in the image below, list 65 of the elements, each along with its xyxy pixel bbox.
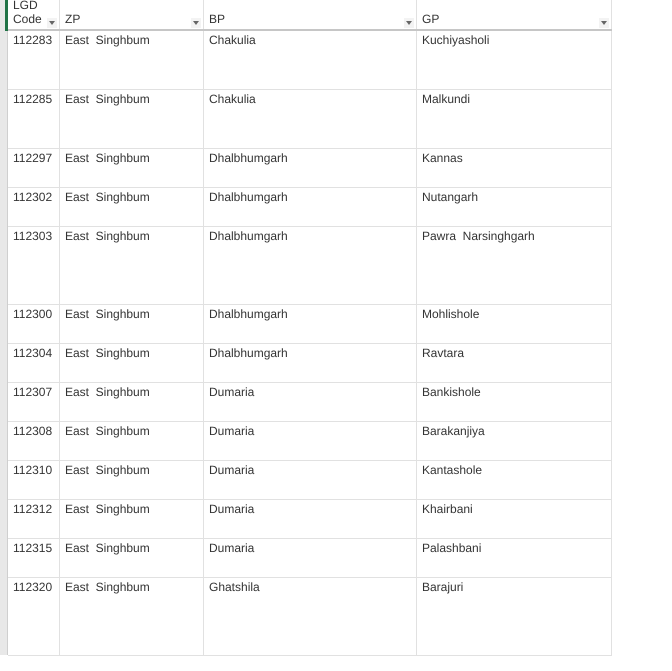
filter-dropdown-button[interactable]	[191, 18, 201, 28]
column-header: ZP	[65, 12, 80, 26]
table-cell: Ravtara	[417, 344, 612, 382]
table-cell: Chakulia	[204, 90, 417, 148]
table-cell: 112320	[8, 578, 60, 655]
table-cell: East Singhbum	[60, 188, 204, 226]
table-cell: Khairbani	[417, 500, 612, 538]
table-cell: Pawra Narsinghgarh	[417, 227, 612, 304]
table-cell: 112300	[8, 305, 60, 343]
row-header-corner	[0, 0, 8, 31]
table-cell: Mohlishole	[417, 305, 612, 343]
table-cell: Dhalbhumgarh	[204, 149, 417, 187]
filter-dropdown-button[interactable]	[599, 18, 609, 28]
table-cell: Dumaria	[204, 383, 417, 421]
table-cell: East Singhbum	[60, 578, 204, 655]
caret-icon	[601, 21, 607, 25]
caret-icon	[193, 21, 199, 25]
table-cell: 112285	[8, 90, 60, 148]
table-cell: Dumaria	[204, 500, 417, 538]
table-cell: 112315	[8, 539, 60, 577]
table-cell: Dumaria	[204, 539, 417, 577]
table-cell: Malkundi	[417, 90, 612, 148]
table-cell: Dhalbhumgarh	[204, 344, 417, 382]
table-cell: Dhalbhumgarh	[204, 188, 417, 226]
table-cell: East Singhbum	[60, 344, 204, 382]
caret-icon	[406, 21, 412, 25]
table-cell: East Singhbum	[60, 422, 204, 460]
table-cell: 112307	[8, 383, 60, 421]
table-cell: Nutangarh	[417, 188, 612, 226]
table-cell: Palashbani	[417, 539, 612, 577]
table-cell: East Singhbum	[60, 539, 204, 577]
table-cell: East Singhbum	[60, 461, 204, 499]
table-cell: 112283	[8, 31, 60, 89]
table-cell: 112302	[8, 188, 60, 226]
table-cell: Barajuri	[417, 578, 612, 655]
table-cell: 112312	[8, 500, 60, 538]
table-cell: East Singhbum	[60, 500, 204, 538]
table-cell: East Singhbum	[60, 149, 204, 187]
table-cell: 112303	[8, 227, 60, 304]
table-cell: Kantashole	[417, 461, 612, 499]
table-cell: Dumaria	[204, 461, 417, 499]
column-header: GP	[422, 12, 440, 26]
table-cell: East Singhbum	[60, 227, 204, 304]
table-cell: Chakulia	[204, 31, 417, 89]
column-header: BP	[209, 12, 226, 26]
table-cell: East Singhbum	[60, 31, 204, 89]
table-cell: Kuchiyasholi	[417, 31, 612, 89]
table-cell: Dhalbhumgarh	[204, 305, 417, 343]
table-cell: 112304	[8, 344, 60, 382]
filter-dropdown-button[interactable]	[47, 18, 57, 28]
table-cell: East Singhbum	[60, 305, 204, 343]
table-cell: East Singhbum	[60, 90, 204, 148]
table-cell: Barakanjiya	[417, 422, 612, 460]
filter-dropdown-button[interactable]	[404, 18, 414, 28]
table-cell: East Singhbum	[60, 383, 204, 421]
table-cell: 112310	[8, 461, 60, 499]
table-cell: 112308	[8, 422, 60, 460]
table-cell: 112297	[8, 149, 60, 187]
table-cell: Bankishole	[417, 383, 612, 421]
caret-icon	[49, 21, 55, 25]
table-cell: Kannas	[417, 149, 612, 187]
table-cell: Dumaria	[204, 422, 417, 460]
table-cell: Dhalbhumgarh	[204, 227, 417, 304]
column-header: LGD Code	[13, 0, 43, 26]
table-cell: Ghatshila	[204, 578, 417, 655]
